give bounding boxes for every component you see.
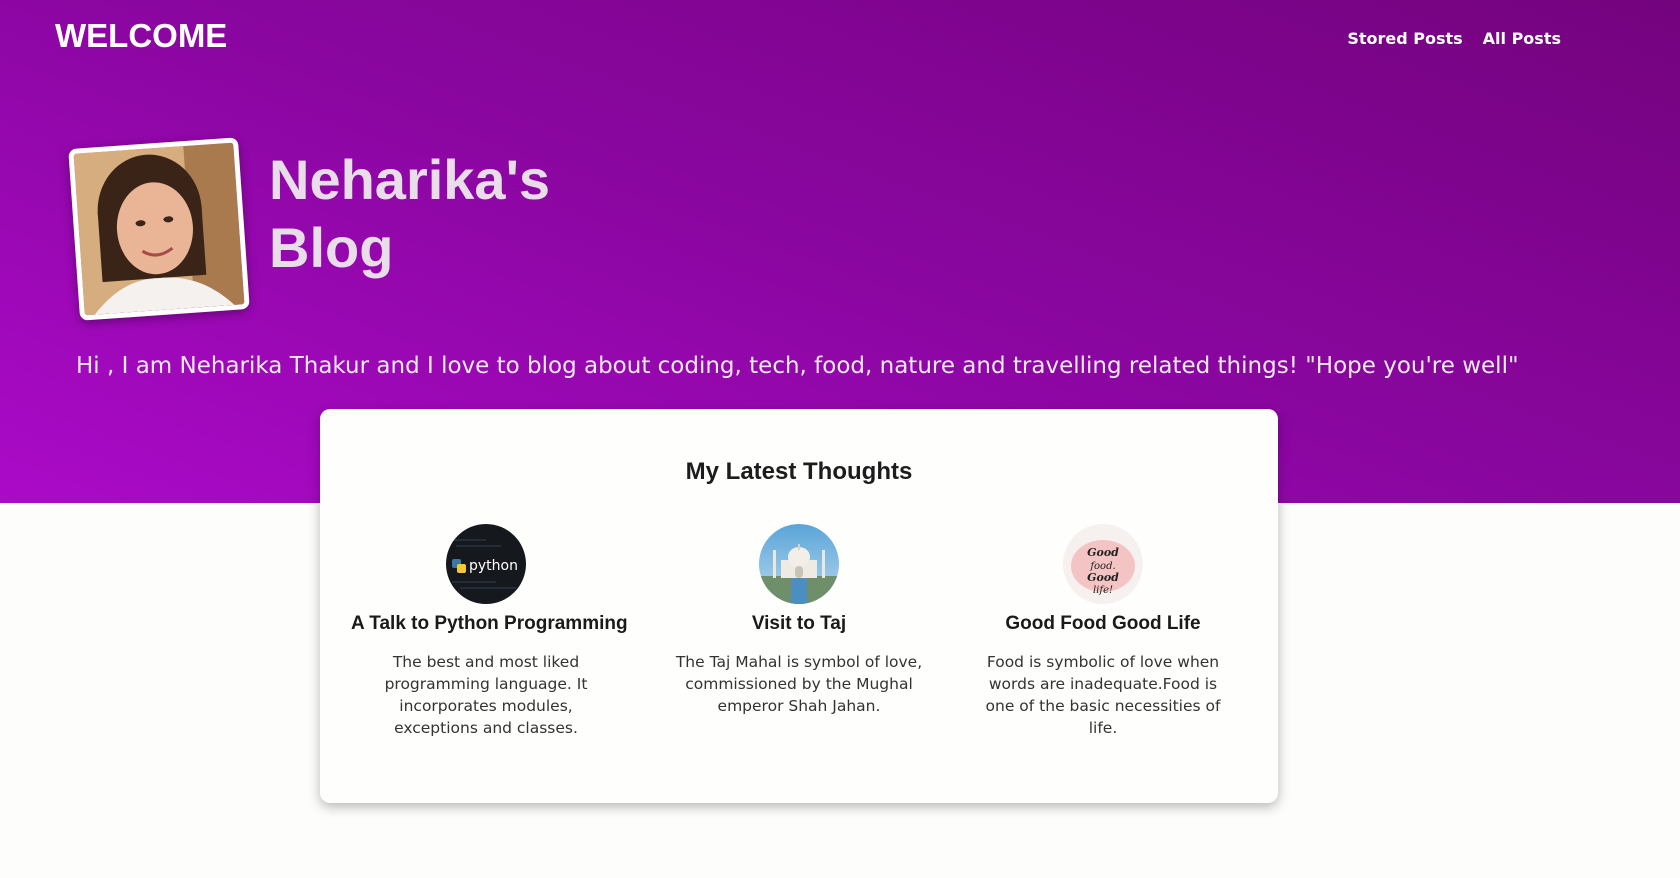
food-lettering-line3: Good [1087,571,1119,584]
nav-link-all-posts[interactable]: All Posts [1483,29,1561,48]
latest-thoughts-card: My Latest Thoughts python A Talk to Pyth… [320,409,1278,803]
blog-title-line2: Blog [269,216,394,279]
post-title[interactable]: Visit to Taj [664,613,934,635]
food-lettering-line1: Good [1087,546,1119,559]
python-logo-icon: python [446,524,526,604]
post-description: The Taj Mahal is symbol of love, commiss… [675,653,923,715]
nav-link-stored-posts[interactable]: Stored Posts [1347,29,1462,48]
post-title[interactable]: A Talk to Python Programming [351,613,628,635]
post-thumbnail[interactable] [759,524,839,604]
post-title[interactable]: Good Food Good Life [968,613,1238,635]
site-brand[interactable]: WELCOME [55,17,227,55]
post-description: The best and most liked programming lang… [384,653,588,737]
python-thumb-text: python [469,558,518,574]
post-card-taj[interactable]: Visit to Taj The Taj Mahal is symbol of … [664,524,934,717]
post-thumbnail[interactable]: python [446,524,526,604]
author-avatar [68,137,250,321]
post-card-python[interactable]: python A Talk to Python Programming The … [351,524,628,739]
blog-title: Neharika's Blog [269,146,589,282]
post-thumbnail[interactable]: Good food. Good life! [1063,524,1143,604]
top-nav: Stored Posts All Posts [1347,29,1561,48]
latest-thoughts-heading: My Latest Thoughts [685,458,913,485]
intro-text: Hi , I am Neharika Thakur and I love to … [76,353,1519,379]
post-description: Food is symbolic of love when words are … [985,653,1221,737]
post-card-food[interactable]: Good food. Good life! Good Food Good Lif… [968,524,1238,739]
author-portrait-icon [73,142,245,316]
blog-title-line1: Neharika's [269,148,551,211]
food-lettering-line4: life! [1093,585,1113,596]
good-food-lettering-icon: Good food. Good life! [1063,524,1143,604]
taj-mahal-icon [759,524,839,604]
